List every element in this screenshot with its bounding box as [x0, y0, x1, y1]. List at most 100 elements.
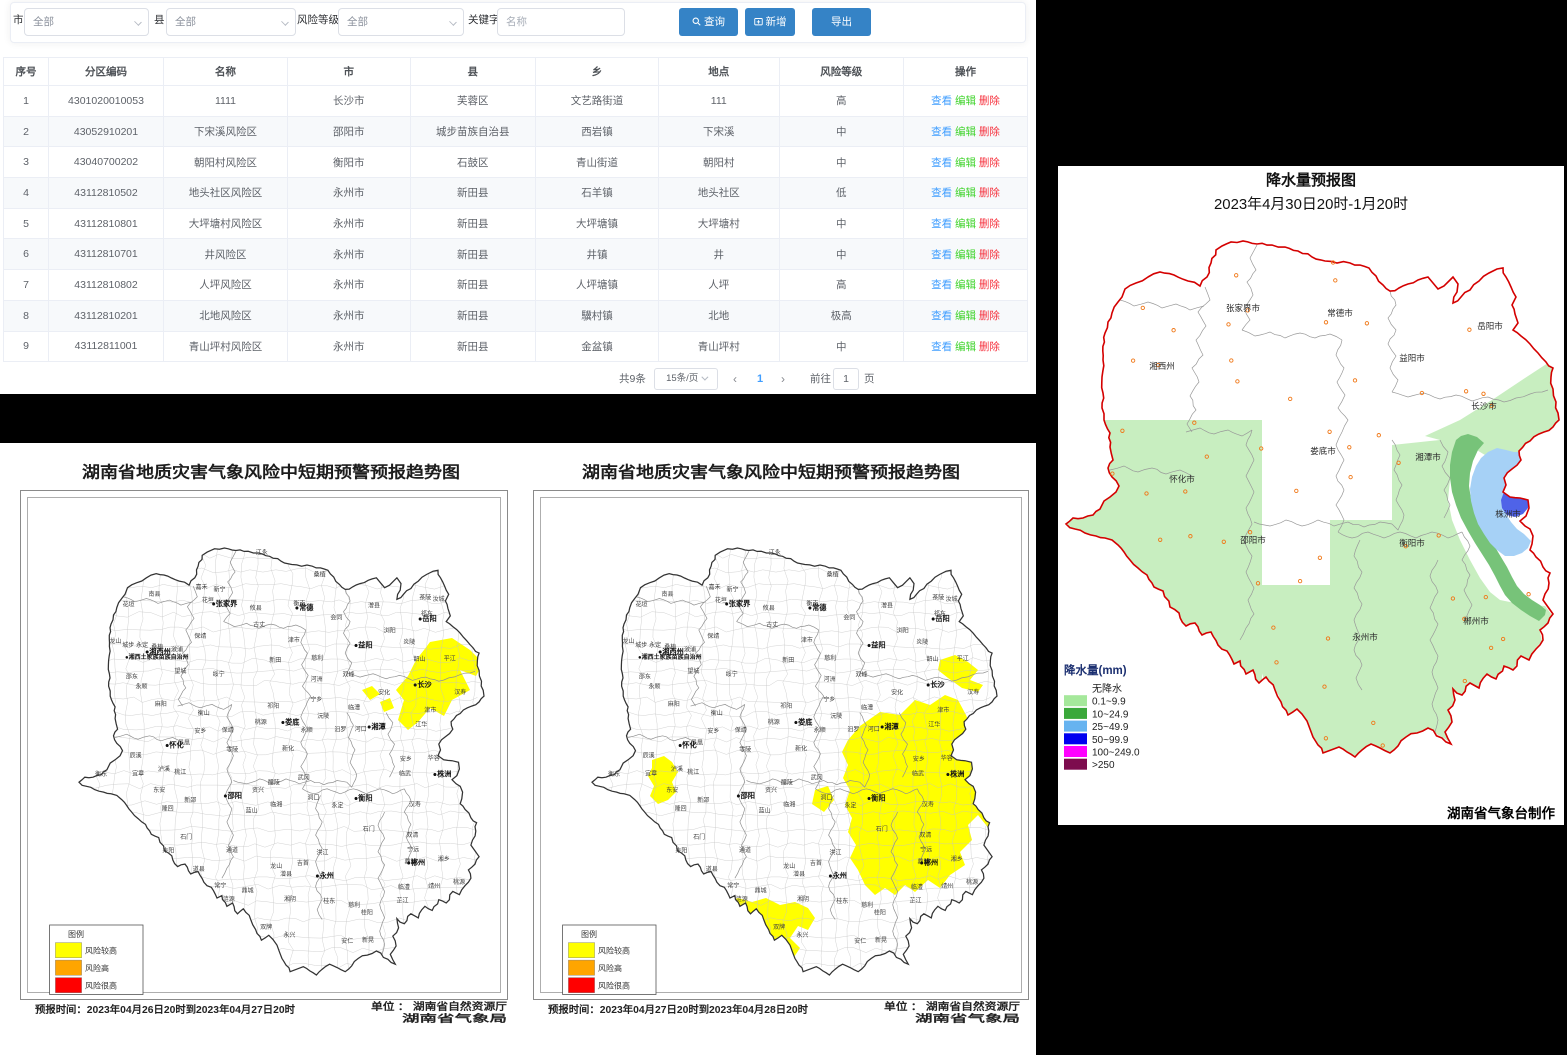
- svg-text:新晃: 新晃: [875, 936, 887, 944]
- svg-text:●郴州: ●郴州: [406, 858, 425, 867]
- svg-text:鼎城: 鼎城: [755, 888, 767, 895]
- svg-text:邵阳市: 邵阳市: [1240, 535, 1266, 545]
- svg-text:娄底市: 娄底市: [1310, 446, 1336, 456]
- svg-text:桂阳: 桂阳: [874, 908, 886, 916]
- svg-text:双峰: 双峰: [342, 671, 354, 679]
- svg-text:汝城: 汝城: [433, 595, 445, 603]
- svg-text:浏阳: 浏阳: [897, 626, 909, 634]
- svg-text:湘阴: 湘阴: [284, 895, 296, 903]
- svg-text:慈利: 慈利: [348, 901, 360, 909]
- svg-text:潧县: 潧县: [793, 870, 805, 878]
- svg-text:风险较高: 风险较高: [85, 946, 117, 956]
- svg-text:韶山: 韶山: [413, 655, 425, 663]
- svg-text:祁阳: 祁阳: [780, 702, 792, 710]
- svg-text:新晃: 新晃: [362, 936, 374, 944]
- svg-text:石门: 石门: [363, 825, 375, 833]
- svg-text:●怀化: ●怀化: [165, 740, 185, 749]
- svg-text:平江: 平江: [444, 655, 456, 662]
- svg-text:怀化市: 怀化市: [1169, 474, 1195, 484]
- svg-text:醴陵: 醴陵: [781, 778, 793, 786]
- svg-text:河口: 河口: [355, 725, 367, 733]
- svg-text:江永: 江永: [256, 549, 268, 557]
- svg-text:●张家界: ●张家界: [211, 599, 238, 608]
- svg-text:古丈: 古丈: [766, 621, 778, 629]
- svg-text:新邵: 新邵: [184, 796, 196, 804]
- svg-text:道县: 道县: [706, 865, 718, 873]
- svg-text:湘西州: 湘西州: [1149, 361, 1175, 371]
- svg-text:2023年4月30日20时-1月20时: 2023年4月30日20时-1月20时: [1214, 196, 1408, 213]
- svg-text:桃源: 桃源: [255, 718, 267, 726]
- svg-text:●郴州: ●郴州: [919, 858, 938, 867]
- svg-text:石门: 石门: [693, 833, 705, 841]
- svg-text:永州市: 永州市: [1352, 632, 1378, 642]
- svg-text:保靖: 保靖: [735, 726, 747, 734]
- svg-text:会同: 会同: [843, 614, 855, 622]
- svg-text:邵东: 邵东: [639, 673, 651, 681]
- svg-text:洞口: 洞口: [307, 794, 319, 802]
- svg-text:武冈: 武冈: [811, 774, 823, 782]
- svg-text:津市: 津市: [801, 636, 813, 644]
- svg-text:浏阳: 浏阳: [384, 626, 396, 634]
- svg-text:南县: 南县: [661, 590, 673, 598]
- svg-text:湖南省气象局: 湖南省气象局: [915, 1012, 1020, 1025]
- svg-text:无降水: 无降水: [1092, 682, 1122, 695]
- svg-text:风险高: 风险高: [85, 963, 109, 973]
- svg-text:预报时间：2023年04月27日20时到2023年04月28: 预报时间：2023年04月27日20时到2023年04月28日20时: [548, 1003, 808, 1016]
- svg-text:龙山: 龙山: [270, 862, 282, 870]
- svg-text:永顺: 永顺: [814, 726, 826, 734]
- svg-text:新田: 新田: [782, 656, 794, 664]
- svg-text:耒阳: 耒阳: [675, 847, 687, 855]
- svg-text:龙山: 龙山: [783, 862, 795, 870]
- svg-text:资兴: 资兴: [765, 786, 777, 794]
- svg-text:桃江: 桃江: [687, 768, 699, 776]
- svg-text:岳阳市: 岳阳市: [1477, 321, 1503, 331]
- svg-text:湘潭市: 湘潭市: [1415, 452, 1441, 462]
- svg-text:芷江: 芷江: [909, 897, 921, 905]
- svg-text:湘阴: 湘阴: [797, 895, 809, 903]
- svg-text:永兴: 永兴: [283, 931, 295, 939]
- svg-text:双清: 双清: [406, 831, 418, 839]
- svg-text:●株洲: ●株洲: [946, 769, 965, 778]
- svg-text:降水量预报图: 降水量预报图: [1266, 171, 1356, 189]
- svg-text:慈利: 慈利: [861, 901, 873, 909]
- svg-text:津市: 津市: [288, 636, 300, 644]
- svg-text:安化: 安化: [891, 689, 903, 697]
- svg-text:汉寿: 汉寿: [967, 688, 979, 696]
- svg-text:炎陵: 炎陵: [916, 638, 928, 646]
- svg-text:泸溪: 泸溪: [671, 765, 683, 773]
- svg-text:图例: 图例: [68, 929, 84, 939]
- svg-text:安化: 安化: [378, 689, 390, 697]
- svg-text:江华: 江华: [928, 721, 940, 729]
- svg-text:桂东: 桂东: [836, 897, 848, 905]
- svg-text:降水量(mm): 降水量(mm): [1064, 663, 1127, 677]
- svg-text:图例: 图例: [581, 929, 597, 939]
- svg-text:长沙市: 长沙市: [1471, 401, 1497, 411]
- svg-text:城步: 城步: [635, 641, 647, 649]
- svg-text:单位 ： 湖南省自然资源厅: 单位 ： 湖南省自然资源厅: [371, 1000, 507, 1013]
- svg-text:安仁: 安仁: [341, 937, 353, 945]
- svg-text:河口: 河口: [868, 725, 880, 733]
- svg-text:永定: 永定: [844, 801, 856, 809]
- svg-text:湖南省气象局: 湖南省气象局: [402, 1012, 507, 1025]
- svg-text:宁乡: 宁乡: [310, 695, 322, 703]
- svg-text:茶陵: 茶陵: [932, 594, 944, 602]
- svg-text:宜章: 宜章: [645, 770, 657, 778]
- svg-text:隆回: 隆回: [675, 804, 687, 812]
- svg-text:汉寿: 汉寿: [922, 801, 934, 809]
- svg-text:龙山: 龙山: [109, 637, 121, 645]
- svg-text:慈利: 慈利: [824, 654, 836, 662]
- svg-text:望城: 望城: [687, 667, 699, 675]
- svg-text:永顺: 永顺: [301, 726, 313, 734]
- svg-text:古丈: 古丈: [253, 621, 265, 629]
- svg-text:●益阳: ●益阳: [867, 640, 886, 649]
- svg-text:会同: 会同: [330, 614, 342, 622]
- svg-text:辰溪: 辰溪: [130, 752, 142, 760]
- svg-text:常德市: 常德市: [1327, 308, 1353, 318]
- svg-text:东安: 东安: [666, 786, 678, 794]
- svg-text:道县: 道县: [193, 865, 205, 873]
- svg-text:攸县: 攸县: [250, 604, 262, 612]
- svg-text:嘉禾: 嘉禾: [196, 583, 208, 591]
- svg-text:绥宁: 绥宁: [726, 670, 738, 678]
- svg-text:汨罗: 汨罗: [334, 726, 346, 734]
- svg-text:潧县: 潧县: [280, 870, 292, 878]
